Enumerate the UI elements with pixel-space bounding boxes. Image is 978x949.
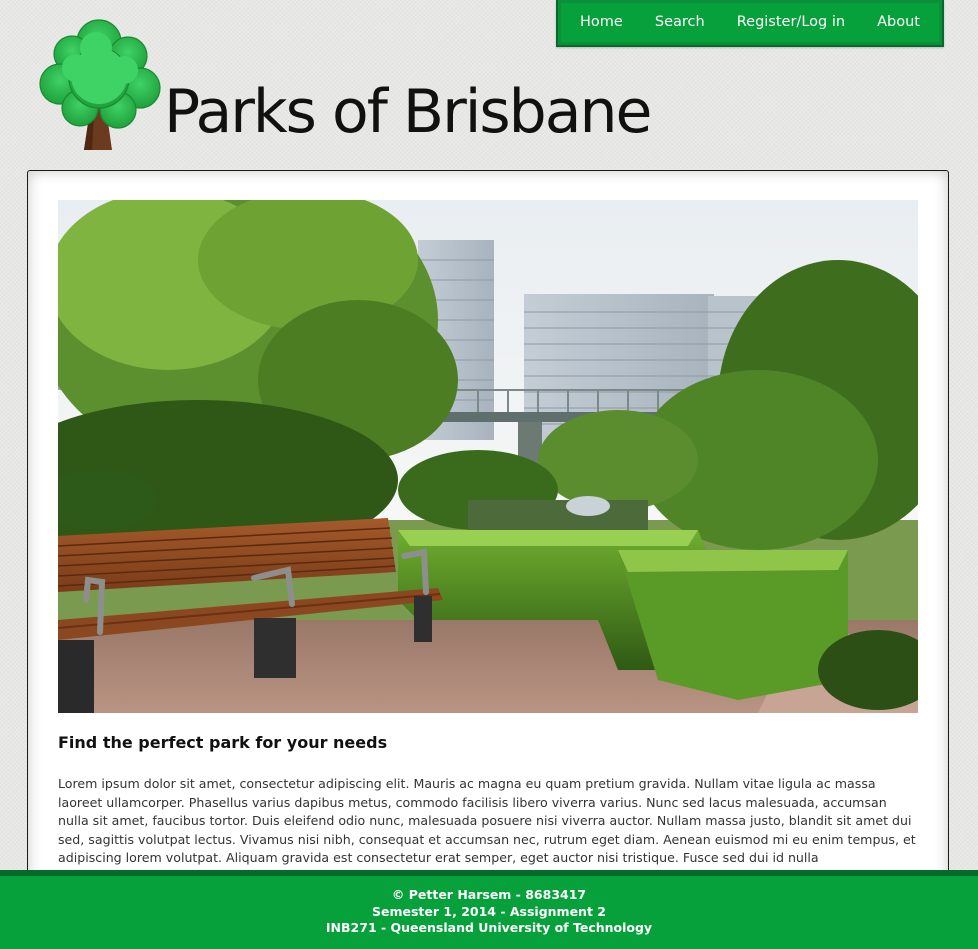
footer-university: INB271 - Queensland University of Techno…	[325, 920, 653, 935]
nav-home-link[interactable]: Home	[576, 14, 627, 30]
section-heading: Find the perfect park for your needs	[58, 733, 388, 752]
main-nav: Home Search Register/Log in About	[556, 0, 944, 47]
content-panel: Find the perfect park for your needs Lor…	[27, 170, 949, 890]
footer-copyright: © Petter Harsem - 8683417	[391, 887, 587, 902]
site-title: Parks of Brisbane	[164, 77, 652, 147]
footer-semester: Semester 1, 2014 - Assignment 2	[372, 903, 606, 919]
nav-about-link[interactable]: About	[873, 14, 924, 30]
hero-image	[58, 200, 918, 713]
nav-search-link[interactable]: Search	[651, 14, 709, 30]
site-footer: © Petter Harsem - 8683417 Semester 1, 20…	[0, 870, 978, 949]
intro-paragraph: Lorem ipsum dolor sit amet, consectetur …	[58, 776, 916, 866]
nav-register-login-link[interactable]: Register/Log in	[733, 14, 849, 30]
tree-icon[interactable]	[36, 18, 162, 152]
park-photo-illustration	[58, 200, 918, 713]
tree-logo-graphic	[39, 19, 161, 150]
